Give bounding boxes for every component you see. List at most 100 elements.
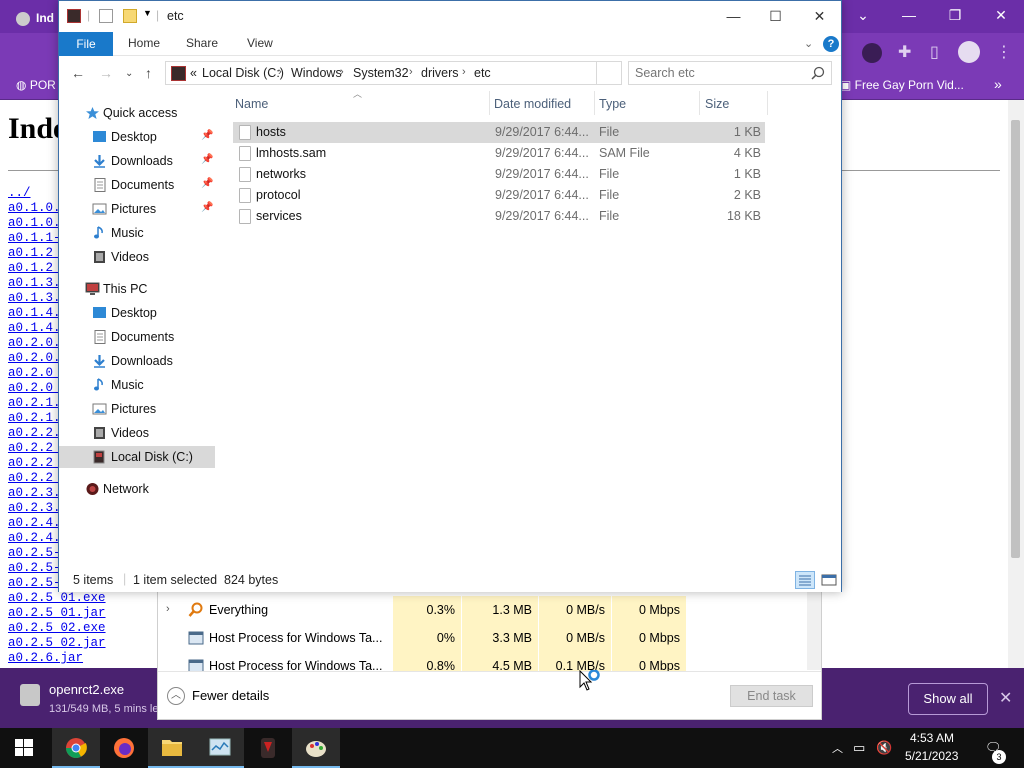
nav-pc-desktop[interactable]: Desktop <box>59 302 215 324</box>
file-row[interactable]: protocol 9/29/2017 6:44... File 2 KB <box>233 185 765 206</box>
chevron-right-icon[interactable]: › <box>340 66 344 78</box>
show-all-button[interactable]: Show all <box>908 683 988 715</box>
ribbon-tab-home[interactable]: Home <box>128 36 160 50</box>
large-icons-view-icon[interactable] <box>819 571 839 589</box>
details-view-icon[interactable] <box>795 571 815 589</box>
address-dropdown[interactable] <box>596 61 619 85</box>
file-link[interactable]: a0.2.5_02.jar <box>8 636 106 651</box>
up-icon[interactable]: ↑ <box>145 65 152 81</box>
ribbon-tab-share[interactable]: Share <box>186 36 218 50</box>
file-link[interactable]: a0.2.5_01.jar <box>8 606 106 621</box>
process-row[interactable]: › Everything 0.3% 1.3 MB 0 MB/s 0 Mbps <box>158 596 813 624</box>
close-button[interactable]: ✕ <box>797 1 842 31</box>
maximize-button[interactable]: ☐ <box>753 1 798 31</box>
pin-icon[interactable]: 📌 <box>201 130 213 141</box>
chrome-tab-search-icon[interactable]: ⌄ <box>840 0 886 30</box>
account-avatar-icon[interactable] <box>958 41 980 63</box>
task-manager-scrollbar[interactable] <box>807 590 821 670</box>
column-header-size[interactable]: Size <box>705 97 729 111</box>
customize-quick-access-icon[interactable]: ▼ <box>143 8 152 18</box>
more-bookmarks-icon[interactable]: » <box>994 76 1002 92</box>
ribbon-tab-view[interactable]: View <box>247 36 273 50</box>
recent-locations-icon[interactable]: ⌄ <box>125 68 133 79</box>
file-link[interactable]: a0.2.6.jar <box>8 651 106 666</box>
chrome-restore-button[interactable]: ❐ <box>932 0 978 30</box>
ribbon-tab-file[interactable]: File <box>59 32 113 56</box>
taskbar-task-manager[interactable] <box>196 728 244 768</box>
nav-quick-documents[interactable]: Documents 📌 <box>59 174 215 196</box>
pin-icon[interactable]: 📌 <box>201 154 213 165</box>
breadcrumb-system32[interactable]: System32 <box>353 66 409 80</box>
file-row[interactable]: networks 9/29/2017 6:44... File 1 KB <box>233 164 765 185</box>
profile-avatar-small[interactable] <box>862 43 882 63</box>
file-row[interactable]: hosts 9/29/2017 6:44... File 1 KB <box>233 122 765 143</box>
column-header-date[interactable]: Date modified <box>494 97 571 111</box>
extensions-icon[interactable]: ✚ <box>898 42 911 62</box>
taskbar-file-explorer[interactable] <box>148 728 196 768</box>
chrome-menu-icon[interactable]: ⋮ <box>996 42 1012 62</box>
file-row[interactable]: lmhosts.sam 9/29/2017 6:44... SAM File 4 KB <box>233 143 765 164</box>
clock-date[interactable]: 5/21/2023 <box>905 749 958 763</box>
download-file-name[interactable]: openrct2.exe <box>49 682 124 697</box>
expand-ribbon-icon[interactable]: ⌄ <box>804 37 813 50</box>
breadcrumb-windows[interactable]: Windows <box>291 66 342 80</box>
column-header-name[interactable]: Name <box>235 97 268 111</box>
pin-icon[interactable]: 📌 <box>201 178 213 189</box>
nav-pc-local-disk-c[interactable]: Local Disk (C:) <box>59 446 215 468</box>
start-button[interactable] <box>0 728 48 768</box>
network-icon[interactable]: ▭ <box>853 740 865 756</box>
volume-muted-icon[interactable]: 🔇 <box>876 740 892 756</box>
bookmark-right[interactable]: ▣ Free Gay Porn Vid... <box>840 78 964 92</box>
nav-quick-desktop[interactable]: Desktop 📌 <box>59 126 215 148</box>
taskbar-game-app[interactable] <box>244 728 292 768</box>
nav-quick-access[interactable]: Quick access <box>59 102 215 124</box>
pin-icon[interactable]: 📌 <box>201 202 213 213</box>
clock-time[interactable]: 4:53 AM <box>910 731 954 745</box>
nav-quick-music[interactable]: Music <box>59 222 215 244</box>
nav-quick-pictures[interactable]: Pictures 📌 <box>59 198 215 220</box>
breadcrumb-drivers[interactable]: drivers <box>421 66 459 80</box>
taskbar-paint[interactable] <box>292 728 340 768</box>
properties-icon[interactable] <box>99 9 113 23</box>
search-input[interactable] <box>635 65 805 81</box>
show-hidden-icons-icon[interactable]: ︿ <box>832 740 843 756</box>
search-box[interactable] <box>628 61 832 85</box>
column-header-type[interactable]: Type <box>599 97 626 111</box>
chrome-minimize-button[interactable]: — <box>886 0 932 30</box>
back-icon[interactable]: ← <box>71 65 85 81</box>
chevron-right-icon[interactable]: › <box>462 66 466 78</box>
chevron-right-icon[interactable]: › <box>409 66 413 78</box>
breadcrumb-overflow[interactable]: « <box>190 66 197 80</box>
nav-pc-downloads[interactable]: Downloads <box>59 350 215 372</box>
file-link[interactable]: a0.2.5_01.exe <box>8 591 106 606</box>
nav-pc-videos[interactable]: Videos <box>59 422 215 444</box>
address-bar[interactable]: « Local Disk (C:) › Windows › System32 ›… <box>165 61 622 85</box>
new-folder-icon[interactable] <box>123 9 137 23</box>
file-link[interactable]: a0.2.5_02.exe <box>8 621 106 636</box>
side-panel-icon[interactable]: ▯ <box>930 42 939 62</box>
process-row[interactable]: Host Process for Windows Ta... 0% 3.3 MB 0 … <box>158 624 813 652</box>
chrome-close-button[interactable]: ✕ <box>978 0 1024 30</box>
fewer-details-link[interactable]: Fewer details <box>192 688 269 703</box>
end-task-button[interactable]: End task <box>730 685 813 707</box>
chevron-right-icon[interactable]: › <box>278 66 282 78</box>
minimize-button[interactable]: — <box>711 1 756 31</box>
page-scrollbar-thumb[interactable] <box>1011 120 1020 558</box>
nav-pc-pictures[interactable]: Pictures <box>59 398 215 420</box>
nav-quick-videos[interactable]: Videos <box>59 246 215 268</box>
taskbar-firefox[interactable] <box>100 728 148 768</box>
help-icon[interactable]: ? <box>823 36 839 52</box>
close-download-bar-icon[interactable]: ✕ <box>999 688 1012 708</box>
nav-pc-music[interactable]: Music <box>59 374 215 396</box>
nav-network[interactable]: Network <box>59 478 215 500</box>
taskbar-chrome[interactable] <box>52 728 100 768</box>
breadcrumb-etc[interactable]: etc <box>474 66 491 80</box>
forward-icon[interactable]: → <box>99 65 113 81</box>
bookmark-left[interactable]: ◍ POR <box>16 78 56 92</box>
file-row[interactable]: services 9/29/2017 6:44... File 18 KB <box>233 206 765 227</box>
expand-chevron-icon[interactable]: › <box>166 603 170 615</box>
nav-quick-downloads[interactable]: Downloads 📌 <box>59 150 215 172</box>
chevron-up-icon[interactable]: ︿ <box>167 687 185 705</box>
nav-pc-documents[interactable]: Documents <box>59 326 215 348</box>
breadcrumb-local-disk[interactable]: Local Disk (C:) <box>202 66 284 80</box>
